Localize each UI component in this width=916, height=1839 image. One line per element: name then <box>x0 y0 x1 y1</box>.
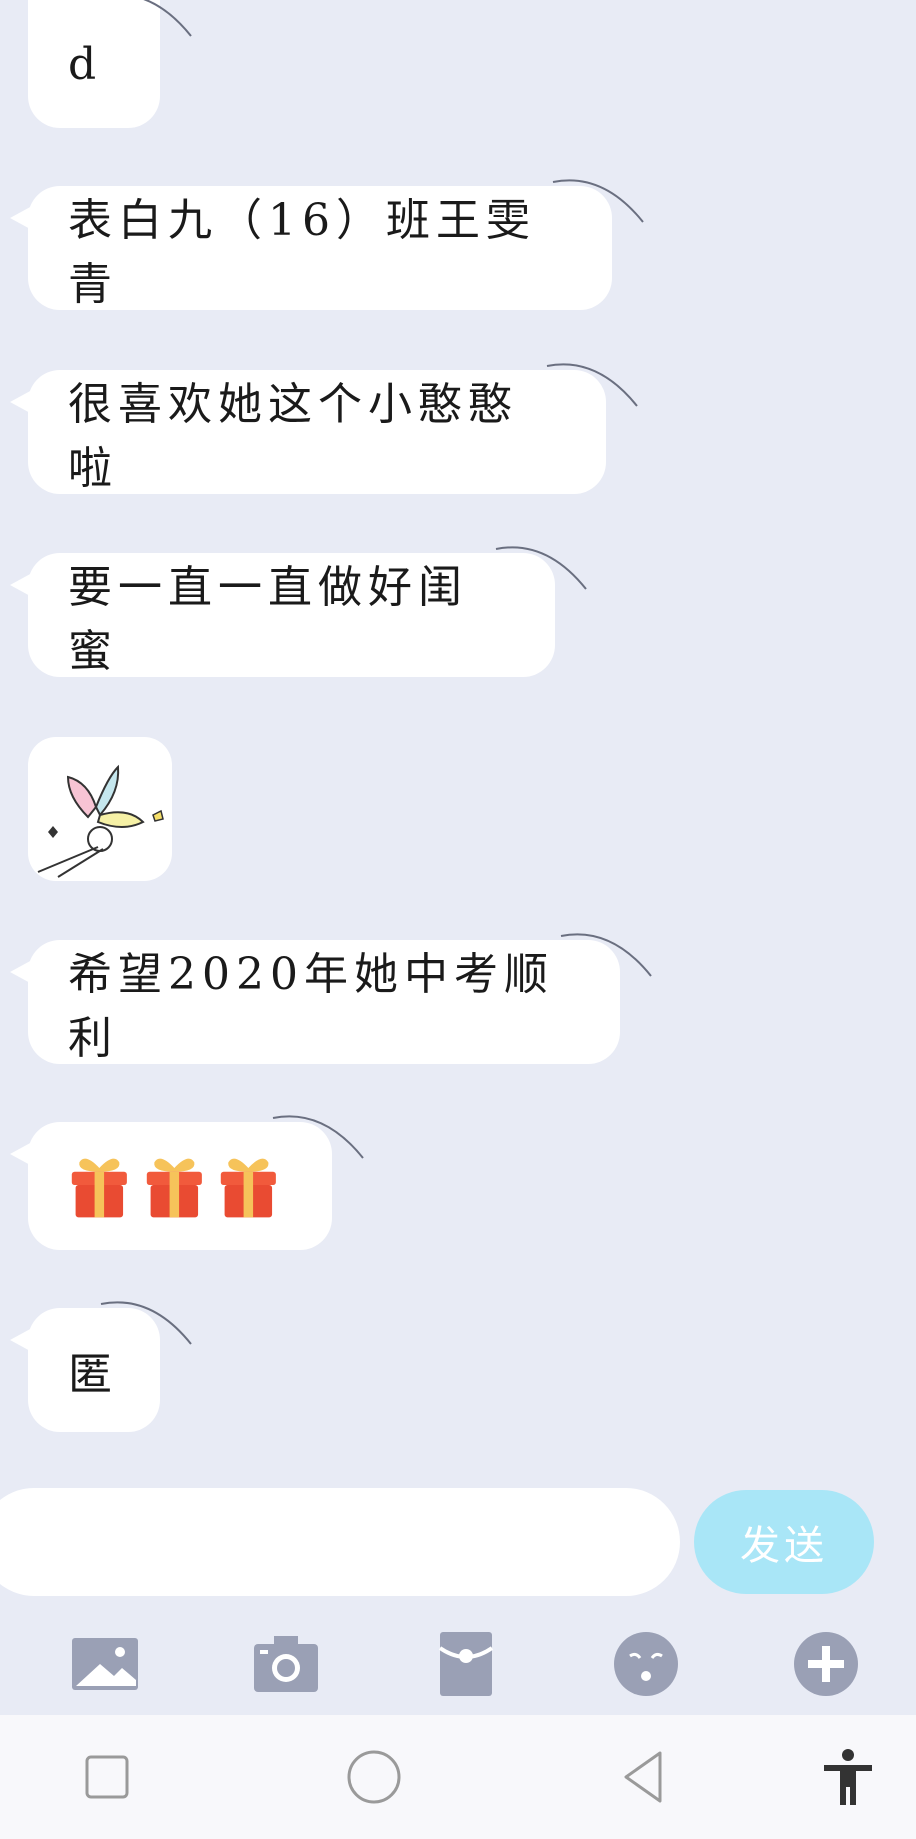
message-bubble[interactable] <box>10 1115 364 1250</box>
emoji-icon[interactable] <box>610 1628 682 1700</box>
red-packet-icon[interactable] <box>430 1628 502 1700</box>
recent-apps-icon[interactable] <box>75 1745 139 1809</box>
home-icon[interactable] <box>342 1745 406 1809</box>
bubble-decoration-icon <box>143 0 192 37</box>
bubble-decoration-icon <box>495 546 587 590</box>
windmill-icon <box>37 764 164 878</box>
message-text: 希望2020年她中考顺利 <box>68 949 554 1064</box>
image-icon[interactable] <box>70 1628 142 1700</box>
message-bubble[interactable]: 希望2020年她中考顺利 <box>10 933 652 1064</box>
message-bubble[interactable]: 要一直一直做好闺蜜 <box>10 546 587 677</box>
chat-toolbar <box>0 1610 916 1700</box>
message-bubble[interactable]: 表白九（16）班王雯青 <box>10 179 644 310</box>
chat-screen: d 表白九（16）班王雯青 很喜欢她这个小憨憨啦 要一直一直做好闺蜜 希望202… <box>0 0 916 1839</box>
bubble-tail <box>10 573 32 597</box>
bubble-tail <box>10 960 32 984</box>
message-bubble[interactable]: d <box>28 0 192 128</box>
back-icon[interactable] <box>612 1745 676 1809</box>
message-text: 很喜欢她这个小憨憨啦 <box>68 379 518 494</box>
message-bubble[interactable]: 匿 <box>10 1301 192 1432</box>
message-text: 表白九（16）班王雯青 <box>68 195 536 310</box>
bubble-decoration-icon <box>100 1301 192 1345</box>
windmill-sticker[interactable] <box>28 737 172 881</box>
send-button[interactable]: 发送 <box>694 1490 874 1594</box>
bubble-decoration-icon <box>546 363 638 407</box>
gift-icon <box>71 1158 127 1218</box>
bubble-tail <box>10 1142 32 1166</box>
camera-icon[interactable] <box>250 1628 322 1700</box>
message-input[interactable] <box>0 1488 680 1596</box>
accessibility-icon[interactable] <box>816 1745 880 1809</box>
bubble-decoration-icon <box>272 1115 364 1159</box>
bubble-decoration-icon <box>552 179 644 223</box>
message-text: 要一直一直做好闺蜜 <box>68 562 468 677</box>
bubble-tail <box>10 206 32 230</box>
system-navigation-bar <box>0 1715 916 1839</box>
message-text: d <box>68 38 103 90</box>
plus-icon[interactable] <box>790 1628 862 1700</box>
bubble-decoration-icon <box>560 933 652 977</box>
message-bubble[interactable]: 很喜欢她这个小憨憨啦 <box>10 363 638 494</box>
bubble-tail <box>10 390 32 414</box>
bubble-tail <box>10 1328 32 1352</box>
gift-icon <box>146 1158 202 1218</box>
message-list[interactable]: d 表白九（16）班王雯青 很喜欢她这个小憨憨啦 要一直一直做好闺蜜 希望202… <box>0 0 916 1470</box>
